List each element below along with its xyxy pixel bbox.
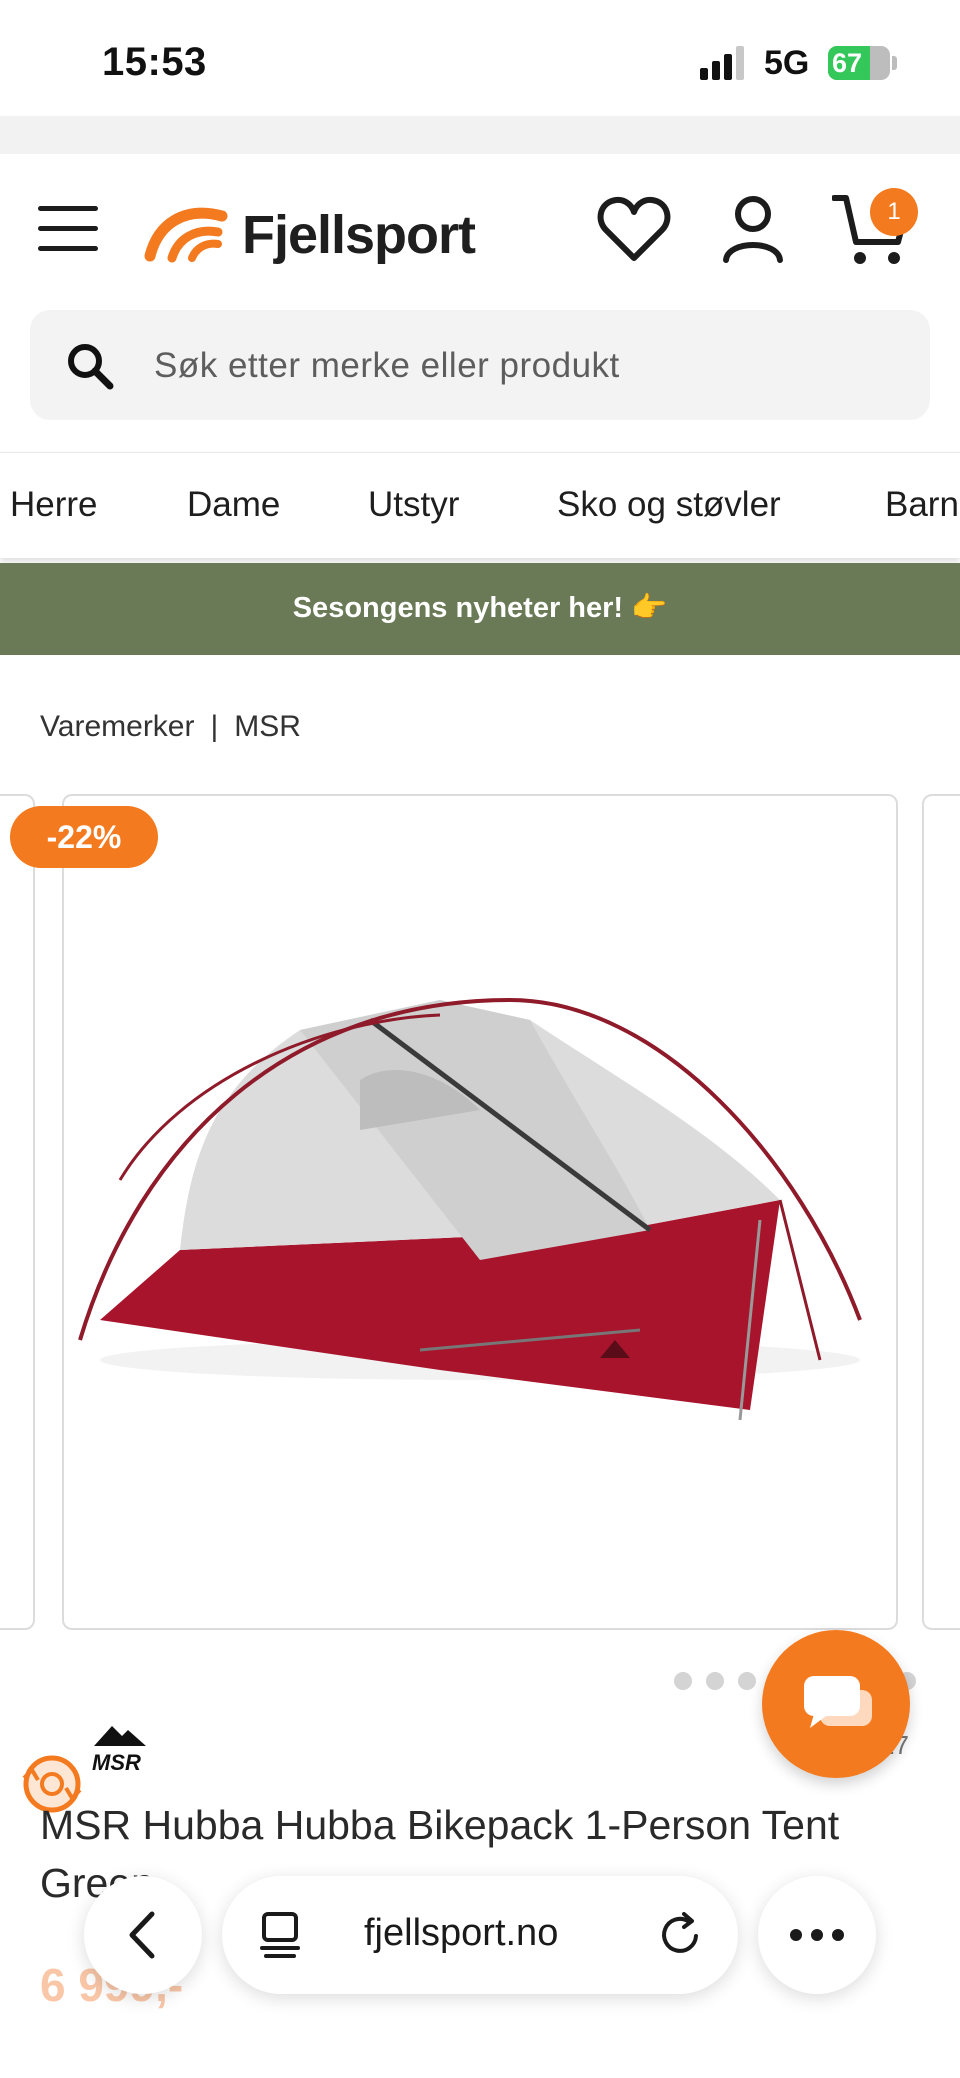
search-bar[interactable]: Søk etter merke eller produkt: [30, 310, 930, 420]
more-options-button[interactable]: [758, 1876, 876, 1994]
nav-item-utstyr[interactable]: Utstyr: [368, 485, 459, 525]
chat-bubble-icon: [804, 1676, 872, 1728]
nav-item-barn[interactable]: Barn: [885, 485, 959, 525]
chevron-left-icon: [129, 1911, 155, 1959]
status-time: 15:53: [102, 40, 207, 84]
wishlist-heart-icon[interactable]: [596, 194, 672, 266]
nav-item-dame[interactable]: Dame: [187, 485, 280, 525]
battery-icon: 67: [828, 46, 890, 80]
nav-item-herre[interactable]: Herre: [10, 485, 98, 525]
status-bar: 15:53 5G 67: [0, 0, 960, 116]
fjellsport-logo[interactable]: Fjellsport: [144, 194, 484, 274]
battery-level: 67: [832, 48, 863, 78]
search-input[interactable]: Søk etter merke eller produkt: [154, 346, 620, 386]
url-text[interactable]: fjellsport.no: [364, 1912, 558, 1955]
back-button[interactable]: [84, 1876, 202, 1994]
gallery-dot[interactable]: [738, 1672, 756, 1690]
logo-text: Fjellsport: [242, 205, 476, 265]
promo-text: Sesongens nyheter her! 👉: [292, 592, 668, 624]
breadcrumb-current[interactable]: MSR: [234, 710, 301, 743]
tabs-icon[interactable]: [258, 1910, 302, 1960]
chat-button[interactable]: [762, 1630, 910, 1778]
nav-item-sko-og-stovler[interactable]: Sko og støvler: [557, 485, 781, 525]
breadcrumb-root[interactable]: Varemerker: [40, 710, 194, 743]
brand-logo-text: MSR: [92, 1750, 141, 1775]
browser-toolbar: fjellsport.no: [0, 1870, 960, 2000]
search-icon: [68, 344, 114, 390]
network-type: 5G: [764, 44, 810, 82]
category-nav: Herre Dame Utstyr Sko og støvler Barn: [0, 452, 960, 558]
breadcrumb-separator: |: [210, 710, 219, 743]
site-header: Fjellsport 1: [0, 154, 960, 304]
msr-brand-logo[interactable]: MSR: [88, 1720, 164, 1776]
gallery-prev-card[interactable]: [0, 794, 35, 1630]
logo-mark-icon: [144, 207, 228, 263]
battery-tip: [892, 56, 897, 70]
address-bar[interactable]: fjellsport.no: [222, 1876, 738, 1994]
discount-badge: -22%: [10, 806, 158, 868]
signal-icon: [700, 46, 744, 80]
gallery-next-card[interactable]: [922, 794, 960, 1630]
promo-banner[interactable]: Sesongens nyheter her! 👉: [0, 563, 960, 655]
tent-product-image: [78, 997, 862, 1421]
gallery-dot[interactable]: [674, 1672, 692, 1690]
browser-top-strip: [0, 116, 960, 154]
gallery-dot[interactable]: [706, 1672, 724, 1690]
account-user-icon[interactable]: [722, 194, 784, 264]
cart-count-badge: 1: [870, 188, 918, 236]
ellipsis-icon: [790, 1929, 844, 1941]
breadcrumb: Varemerker | MSR: [40, 710, 301, 744]
reload-icon[interactable]: [658, 1912, 704, 1958]
hamburger-menu-icon[interactable]: [38, 204, 100, 254]
